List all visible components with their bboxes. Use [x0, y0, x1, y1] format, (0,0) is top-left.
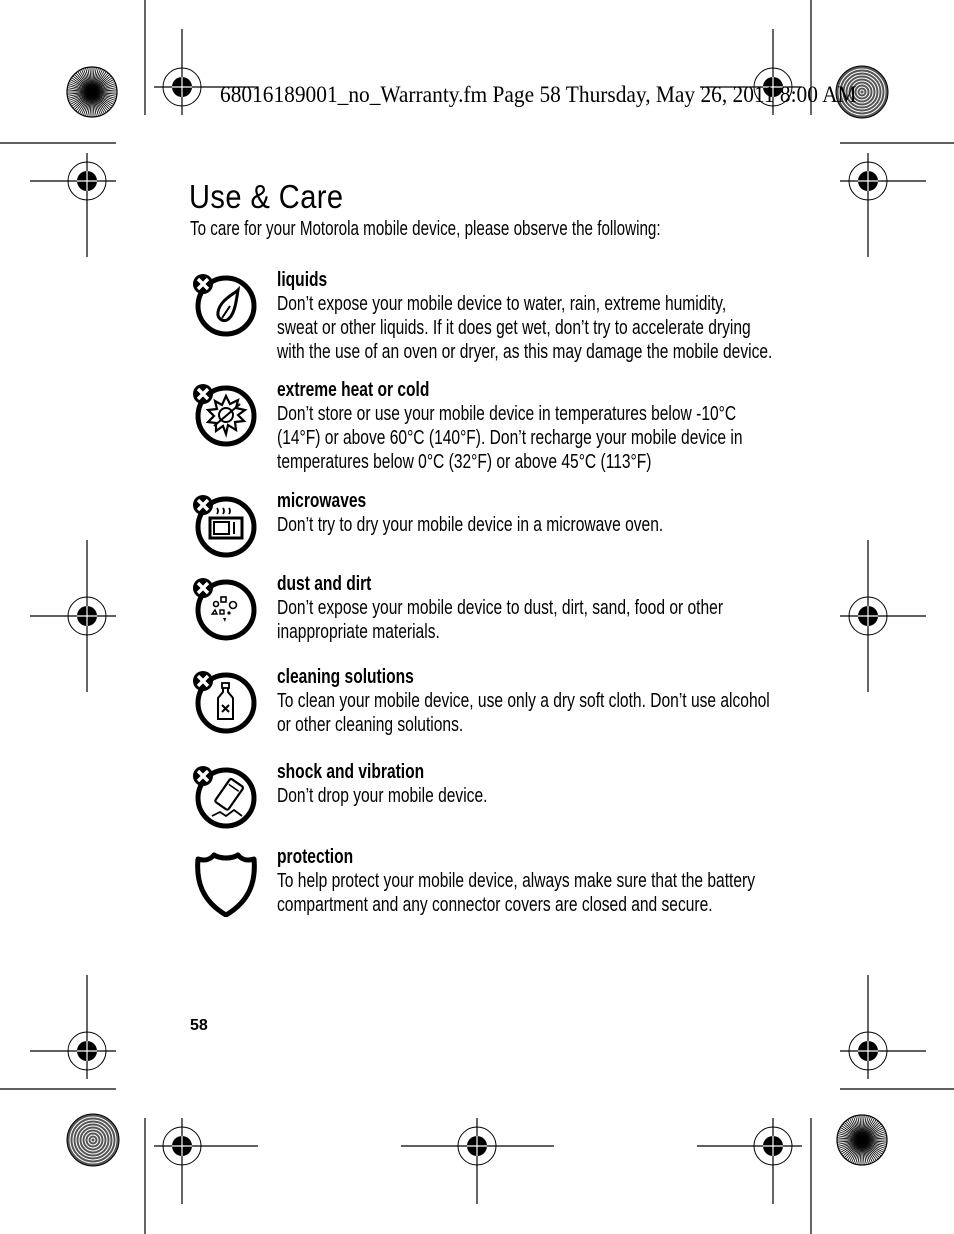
dropped-phone-prohibited-icon [193, 766, 257, 829]
item-body: Don’t drop your mobile device. [277, 784, 763, 808]
body-line: Don’t expose your mobile device to dust,… [277, 596, 724, 619]
item-body: Don’t expose your mobile device to water… [277, 292, 773, 364]
page-number: 58 [190, 1017, 208, 1034]
registration-mark [840, 975, 926, 1079]
body-line: Don’t try to dry your mobile device in a… [277, 513, 664, 536]
item-body: Don’t try to dry your mobile device in a… [277, 513, 763, 537]
starburst-mark-bottom-right [836, 1114, 888, 1166]
item-heading: shock and vibration [277, 760, 425, 783]
body-line: with the use of an oven or dryer, as thi… [277, 340, 773, 363]
body-line: compartment and any connector covers are… [277, 893, 713, 916]
registration-mark [840, 540, 926, 692]
heat-cold-prohibited-icon [193, 384, 257, 447]
item-body: To help protect your mobile device, alwa… [277, 869, 763, 917]
body-line: To help protect your mobile device, alwa… [277, 869, 756, 892]
body-line: sweat or other liquids. If it does get w… [277, 316, 751, 339]
starburst-mark-top-left [66, 66, 118, 118]
item-body: Don’t expose your mobile device to dust,… [277, 596, 763, 644]
shield-icon [195, 852, 257, 917]
registration-mark [30, 975, 116, 1079]
registration-mark [401, 1118, 554, 1204]
cleaning-bottle-prohibited-icon [193, 671, 257, 734]
body-line: Don’t store or use your mobile device in… [277, 402, 737, 425]
file-slug-header: 68016189001_no_Warranty.fm Page 58 Thurs… [220, 82, 857, 107]
body-line: Don’t expose your mobile device to water… [277, 292, 727, 315]
body-line: To clean your mobile device, use only a … [277, 689, 770, 712]
item-heading: liquids [277, 268, 328, 291]
body-line: (14°F) or above 60°C (140°F). Don’t rech… [277, 426, 743, 449]
registration-mark [697, 1118, 802, 1204]
registration-mark [30, 153, 116, 257]
item-heading: protection [277, 845, 354, 868]
registration-mark [30, 540, 116, 692]
body-line: temperatures below 0°C (32°F) or above 4… [277, 450, 652, 473]
item-heading: cleaning solutions [277, 665, 414, 688]
registration-mark [154, 1118, 258, 1204]
liquid-drop-prohibited-icon [193, 274, 257, 337]
ring-mark-bottom-left [66, 1113, 120, 1167]
body-line: Don’t drop your mobile device. [277, 784, 488, 807]
page-title: Use & Care [189, 178, 344, 215]
item-body: To clean your mobile device, use only a … [277, 689, 770, 737]
microwave-prohibited-icon [193, 495, 257, 558]
item-heading: dust and dirt [277, 572, 372, 595]
body-line: inappropriate materials. [277, 620, 440, 643]
item-body: Don’t store or use your mobile device in… [277, 402, 763, 474]
dust-dirt-prohibited-icon [193, 578, 257, 641]
intro-text: To care for your Motorola mobile device,… [190, 218, 661, 240]
item-heading: extreme heat or cold [277, 378, 430, 401]
registration-mark [840, 153, 926, 257]
body-line: or other cleaning solutions. [277, 713, 464, 736]
item-heading: microwaves [277, 489, 367, 512]
